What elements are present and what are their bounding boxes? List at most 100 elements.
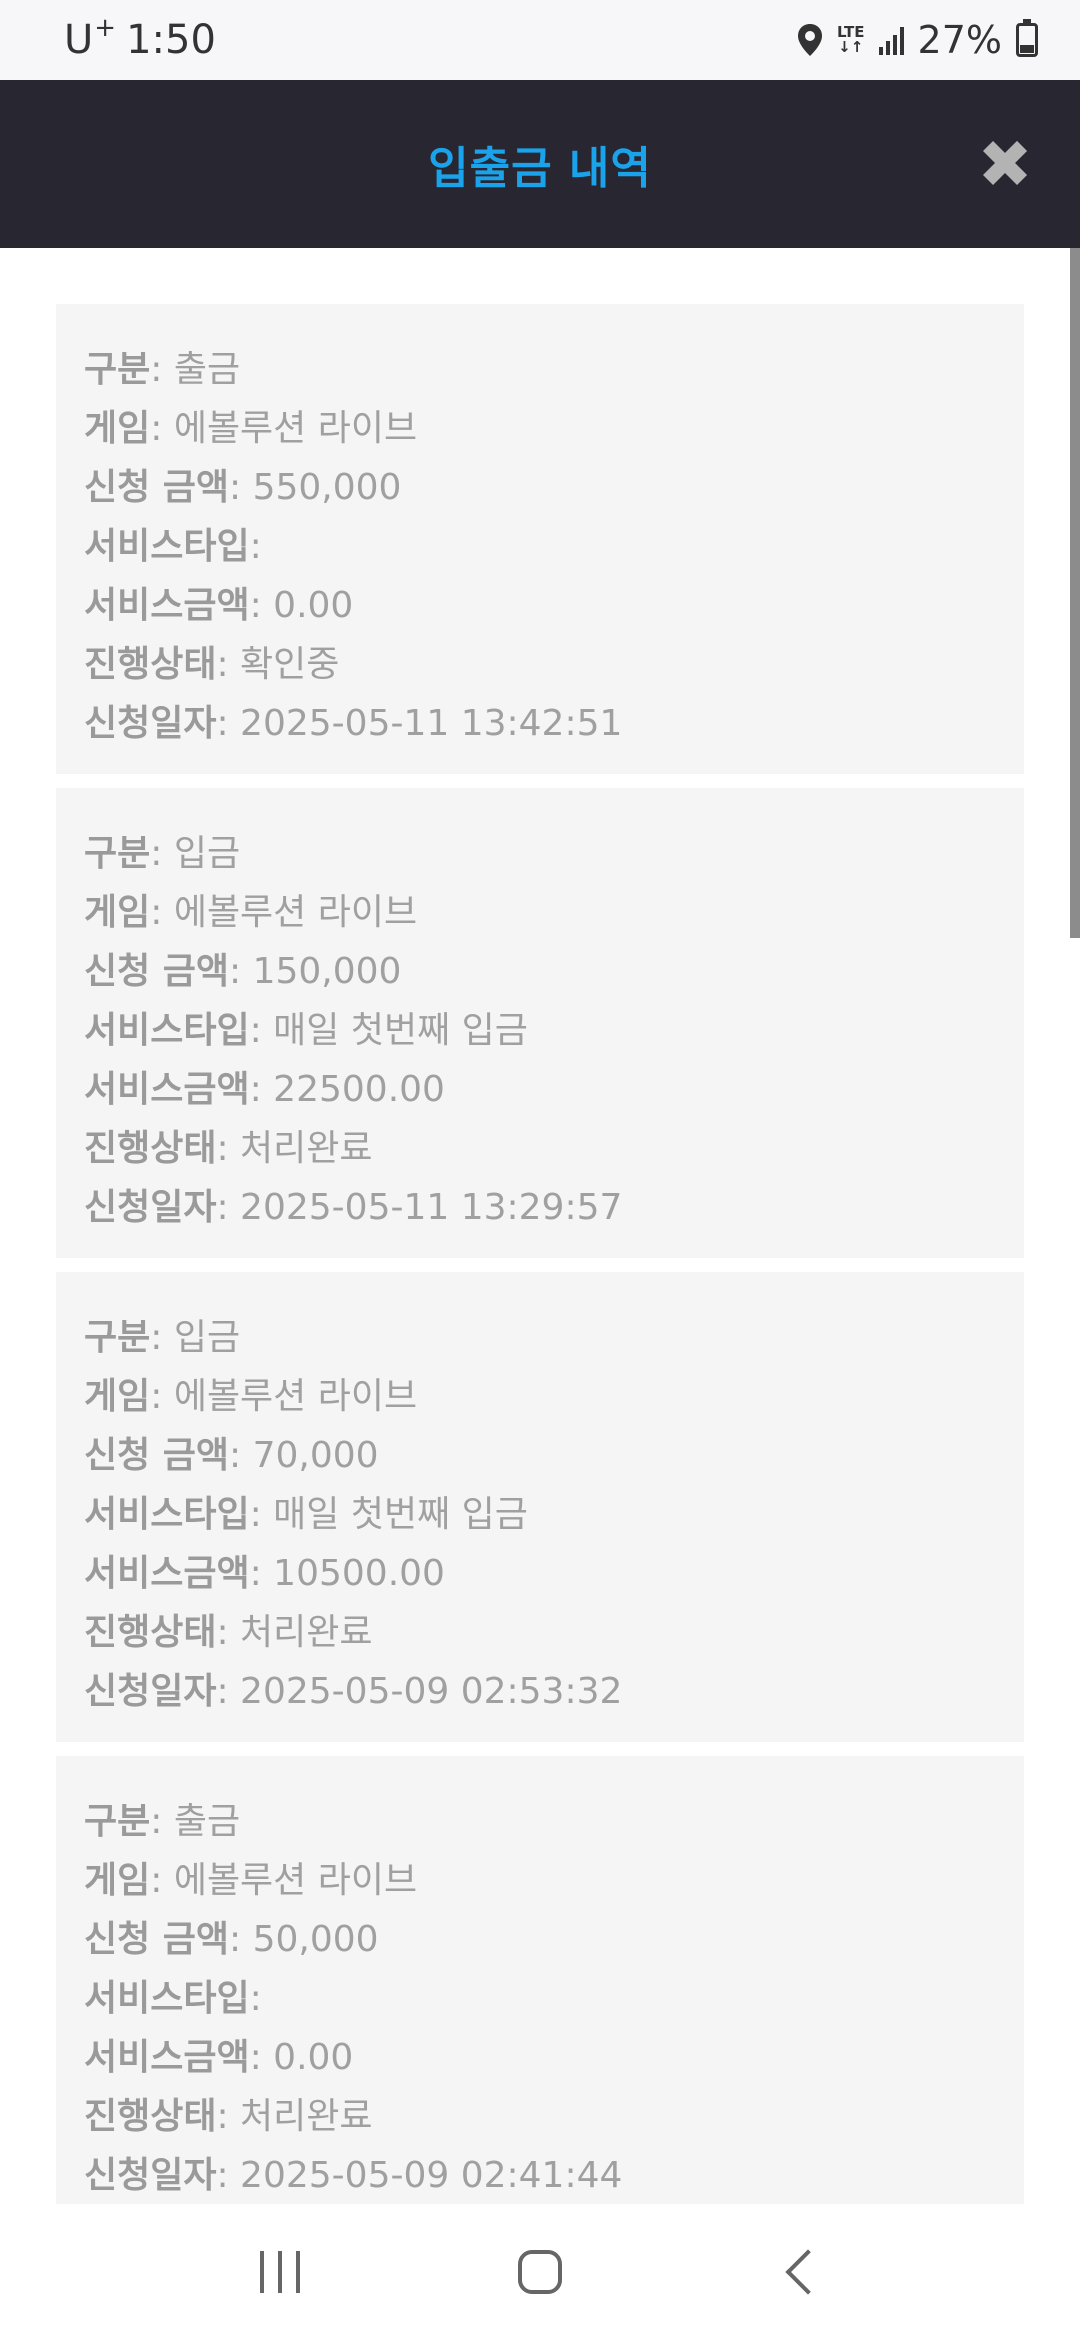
type-label: 구분 [84, 1801, 151, 1842]
type-row: 구분: 출금 [84, 1792, 996, 1851]
type-value: : 입금 [150, 1317, 241, 1358]
date-value: : 2025-05-11 13:42:51 [216, 703, 623, 744]
battery-icon [1016, 19, 1038, 57]
date-row: 신청일자: 2025-05-09 02:53:32 [84, 1662, 996, 1721]
signal-icon [878, 25, 904, 55]
scrollbar-thumb[interactable] [1070, 248, 1080, 938]
network-indicator: LTE ↓↑ [837, 25, 865, 55]
service-amount-value: : 0.00 [249, 2037, 354, 2078]
status-left: U + 1:50 [64, 13, 216, 63]
game-row: 게임: 에볼루션 라이브 [84, 883, 996, 942]
status-label: 진행상태 [84, 1612, 217, 1653]
service-amount-label: 서비스금액 [84, 585, 250, 626]
status-row: 진행상태: 처리완료 [84, 1119, 996, 1178]
date-value: : 2025-05-11 13:29:57 [216, 1187, 623, 1228]
service-type-label: 서비스타입 [84, 1494, 250, 1535]
service-type-label: 서비스타입 [84, 1978, 250, 2019]
date-value: : 2025-05-09 02:53:32 [216, 1671, 623, 1712]
amount-row: 신청 금액: 70,000 [84, 1426, 996, 1485]
service-type-row: 서비스타입: [84, 517, 996, 576]
service-type-label: 서비스타입 [84, 526, 250, 567]
scrollbar[interactable] [1070, 248, 1080, 2260]
transaction-list[interactable]: 구분: 출금 게임: 에볼루션 라이브 신청 금액: 550,000 서비스타입… [56, 304, 1024, 2204]
type-row: 구분: 출금 [84, 340, 996, 399]
service-amount-label: 서비스금액 [84, 1553, 250, 1594]
game-label: 게임 [84, 1376, 151, 1417]
date-row: 신청일자: 2025-05-11 13:29:57 [84, 1178, 996, 1237]
app-header: 입출금 내역 ✖ [0, 80, 1080, 248]
status-value: : 확인중 [216, 644, 340, 685]
date-label: 신청일자 [84, 1187, 217, 1228]
game-label: 게임 [84, 408, 151, 449]
transaction-card: 구분: 입금 게임: 에볼루션 라이브 신청 금액: 150,000 서비스타입… [56, 788, 1024, 1258]
recents-button[interactable] [235, 2227, 325, 2317]
system-nav-bar [0, 2204, 1080, 2340]
game-value: : 에볼루션 라이브 [150, 1860, 418, 1901]
game-value: : 에볼루션 라이브 [150, 408, 418, 449]
status-row: 진행상태: 처리완료 [84, 1603, 996, 1662]
amount-row: 신청 금액: 50,000 [84, 1910, 996, 1969]
service-amount-row: 서비스금액: 22500.00 [84, 1060, 996, 1119]
amount-value: : 550,000 [229, 467, 402, 508]
service-type-row: 서비스타입: [84, 1969, 996, 2028]
amount-row: 신청 금액: 550,000 [84, 458, 996, 517]
game-row: 게임: 에볼루션 라이브 [84, 1367, 996, 1426]
status-time: 1:50 [126, 17, 216, 63]
service-type-value: : [249, 1978, 262, 2019]
status-label: 진행상태 [84, 1128, 217, 1169]
amount-label: 신청 금액 [84, 1919, 230, 1960]
recents-icon [260, 2251, 300, 2293]
type-row: 구분: 입금 [84, 824, 996, 883]
home-icon [518, 2250, 562, 2294]
date-label: 신청일자 [84, 2155, 217, 2196]
service-amount-value: : 0.00 [249, 585, 354, 626]
type-label: 구분 [84, 833, 151, 874]
amount-value: : 50,000 [229, 1919, 379, 1960]
status-value: : 처리완료 [216, 2096, 373, 2137]
battery-percent: 27% [917, 18, 1002, 62]
status-value: : 처리완료 [216, 1612, 373, 1653]
type-row: 구분: 입금 [84, 1308, 996, 1367]
status-row: 진행상태: 확인중 [84, 635, 996, 694]
close-icon: ✖ [977, 125, 1033, 203]
date-value: : 2025-05-09 02:41:44 [216, 2155, 623, 2196]
date-row: 신청일자: 2025-05-11 13:42:51 [84, 694, 996, 753]
date-label: 신청일자 [84, 703, 217, 744]
service-amount-row: 서비스금액: 0.00 [84, 2028, 996, 2087]
type-value: : 입금 [150, 833, 241, 874]
service-type-row: 서비스타입: 매일 첫번째 입금 [84, 1485, 996, 1544]
service-amount-row: 서비스금액: 0.00 [84, 576, 996, 635]
back-button[interactable] [755, 2227, 845, 2317]
date-label: 신청일자 [84, 1671, 217, 1712]
carrier-name: U [64, 17, 94, 63]
service-amount-value: : 10500.00 [249, 1553, 445, 1594]
amount-label: 신청 금액 [84, 1435, 230, 1476]
page-title: 입출금 내역 [428, 143, 652, 194]
transaction-card: 구분: 입금 게임: 에볼루션 라이브 신청 금액: 70,000 서비스타입:… [56, 1272, 1024, 1742]
game-label: 게임 [84, 892, 151, 933]
service-type-row: 서비스타입: 매일 첫번째 입금 [84, 1001, 996, 1060]
service-type-value: : 매일 첫번째 입금 [249, 1010, 528, 1051]
game-value: : 에볼루션 라이브 [150, 892, 418, 933]
status-right: LTE ↓↑ 27% [797, 18, 1038, 62]
back-icon [785, 2249, 831, 2295]
data-arrows-icon: ↓↑ [838, 38, 864, 56]
status-value: : 처리완료 [216, 1128, 373, 1169]
status-label: 진행상태 [84, 644, 217, 685]
amount-value: : 70,000 [229, 1435, 379, 1476]
type-label: 구분 [84, 1317, 151, 1358]
type-label: 구분 [84, 349, 151, 390]
transaction-card: 구분: 출금 게임: 에볼루션 라이브 신청 금액: 550,000 서비스타입… [56, 304, 1024, 774]
game-row: 게임: 에볼루션 라이브 [84, 1851, 996, 1910]
carrier-plus: + [94, 13, 117, 43]
amount-row: 신청 금액: 150,000 [84, 942, 996, 1001]
service-type-label: 서비스타입 [84, 1010, 250, 1051]
service-amount-value: : 22500.00 [249, 1069, 445, 1110]
amount-label: 신청 금액 [84, 951, 230, 992]
home-button[interactable] [495, 2227, 585, 2317]
close-button[interactable]: ✖ [970, 126, 1040, 203]
amount-label: 신청 금액 [84, 467, 230, 508]
date-row: 신청일자: 2025-05-09 02:41:44 [84, 2146, 996, 2204]
service-type-value: : [249, 526, 262, 567]
type-value: : 출금 [150, 349, 241, 390]
